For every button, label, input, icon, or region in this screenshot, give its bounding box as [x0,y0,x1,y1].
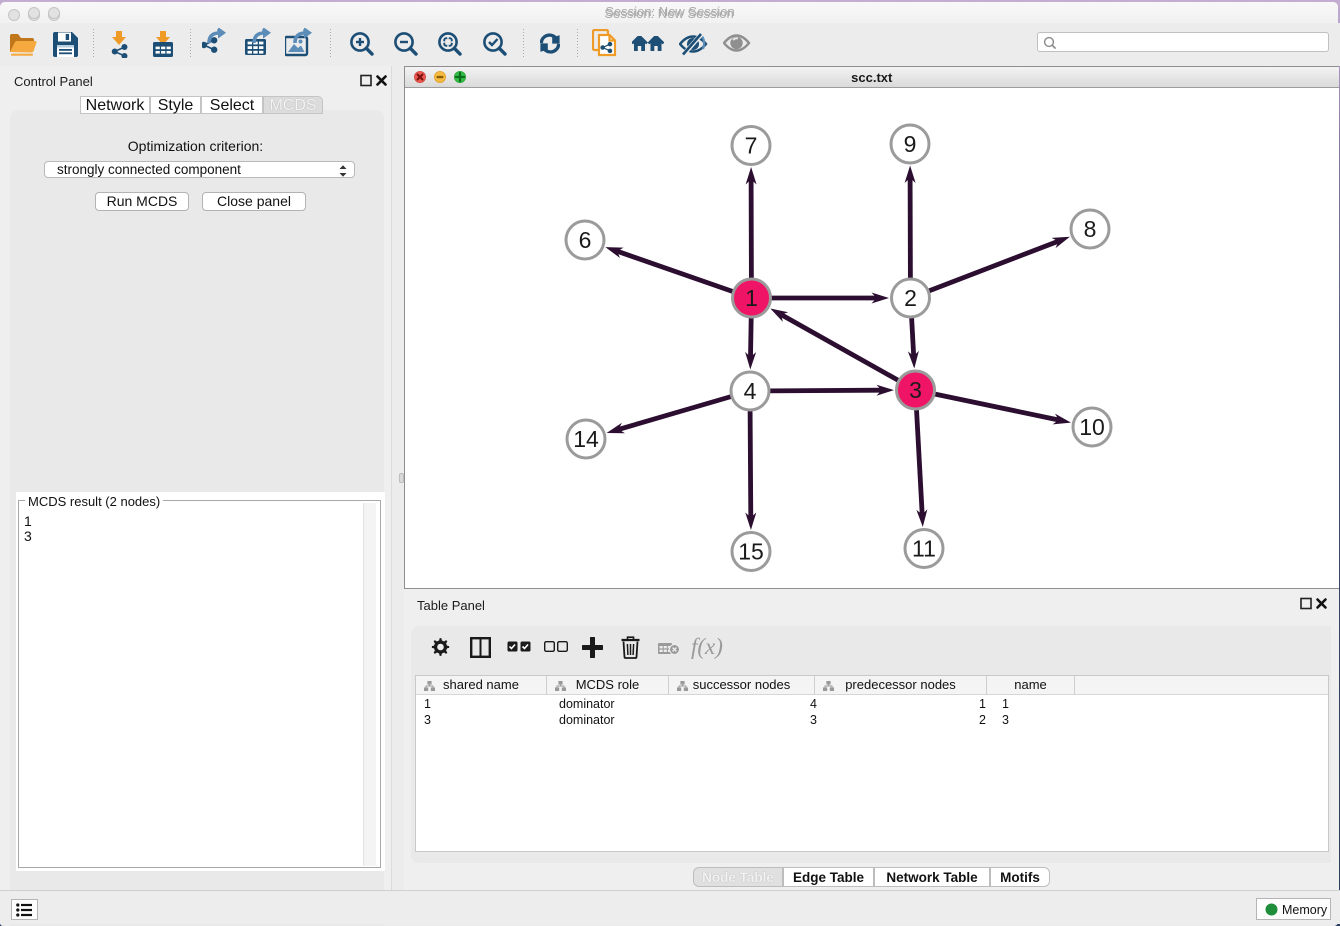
svg-text:14: 14 [573,426,599,452]
svg-text:10: 10 [1079,414,1105,440]
svg-text:7: 7 [745,133,758,159]
svg-text:8: 8 [1084,216,1097,242]
svg-text:9: 9 [904,131,917,157]
svg-text:11: 11 [912,536,936,562]
svg-text:2: 2 [904,285,917,311]
svg-text:6: 6 [579,227,592,253]
svg-text:1: 1 [745,285,758,311]
svg-text:4: 4 [744,378,757,404]
svg-text:15: 15 [738,539,764,565]
svg-text:3: 3 [909,377,922,403]
